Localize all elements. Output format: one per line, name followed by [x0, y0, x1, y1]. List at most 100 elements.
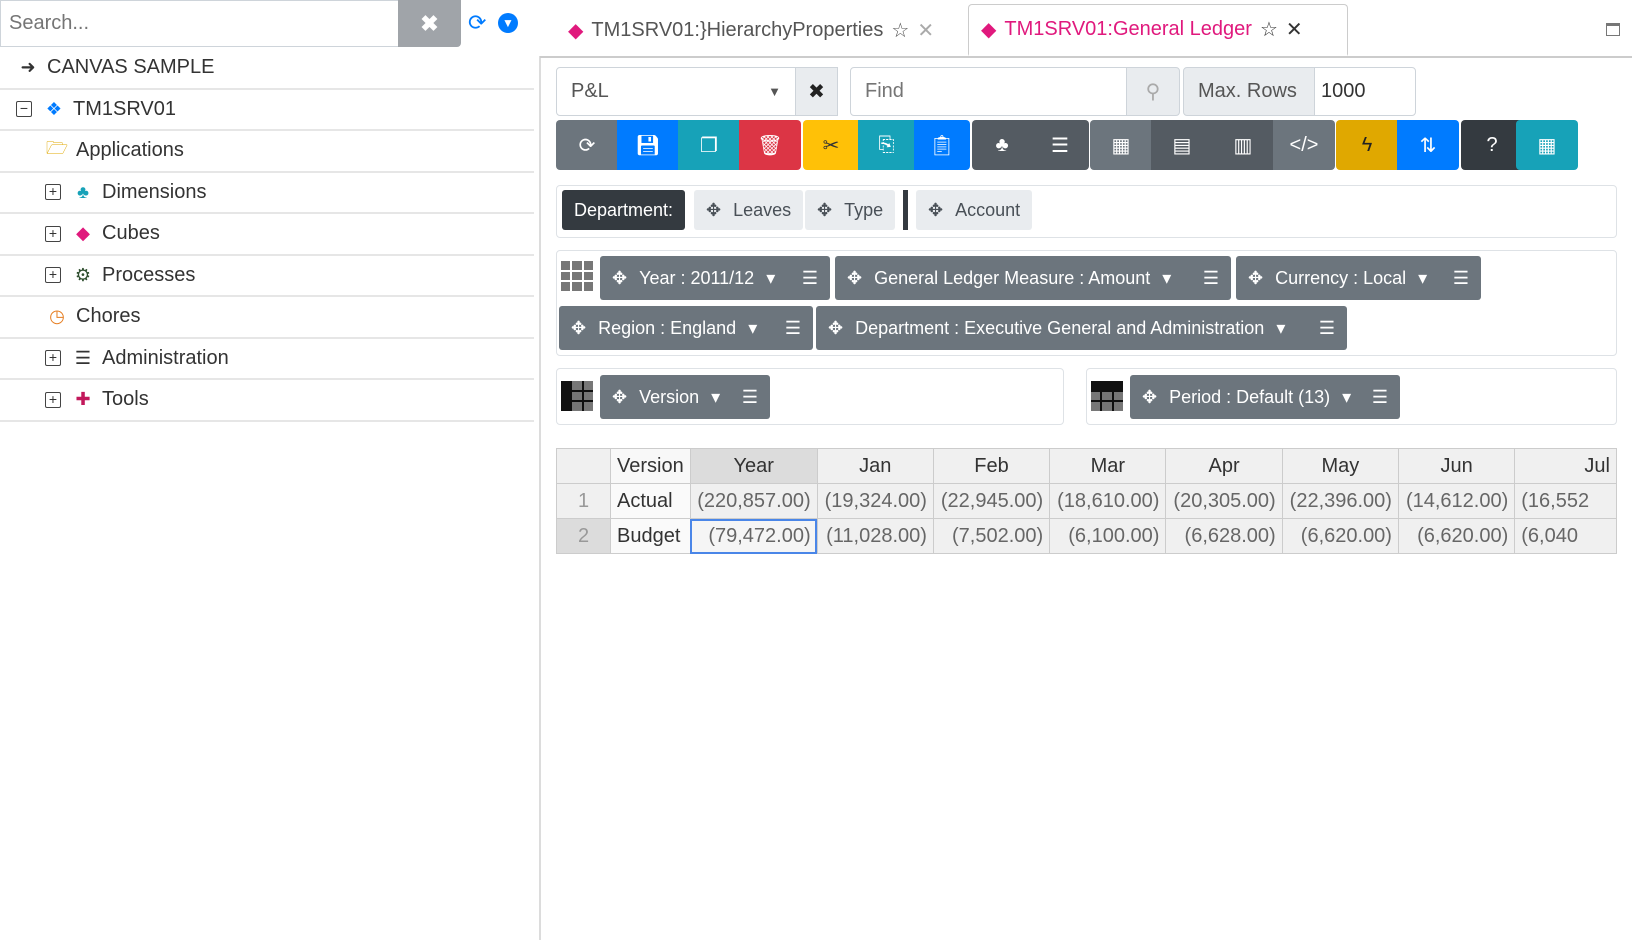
selected-cell[interactable]: (79,472.00) [689, 518, 818, 554]
rows-chip-version[interactable]: ✥ Version ▾ ☰ [600, 375, 770, 419]
column-header[interactable]: Jun [1397, 448, 1516, 484]
leaves-chip[interactable]: ✥ Leaves [694, 190, 804, 230]
swap-button[interactable]: ⇅ [1397, 120, 1459, 170]
cell[interactable]: (16,552 [1514, 483, 1617, 519]
tab-hierarchy-properties[interactable]: ◆ TM1SRV01:}HierarchyProperties ☆ ✕ [556, 4, 946, 56]
cell[interactable]: (22,396.00) [1281, 483, 1399, 519]
title-chip-region[interactable]: ✥ Region : England ▾ ☰ [559, 306, 813, 350]
clear-view-button[interactable]: ✖ [795, 67, 838, 116]
cell[interactable]: (19,324.00) [816, 483, 934, 519]
cell[interactable]: (14,612.00) [1397, 483, 1516, 519]
bolt-button[interactable]: ϟ [1336, 120, 1398, 170]
row-header[interactable]: Actual [610, 483, 691, 519]
layout-columns-button[interactable]: ▥ [1212, 120, 1274, 170]
tree-item-dimensions[interactable]: + ♣ Dimensions [0, 173, 534, 214]
star-icon[interactable]: ☆ [891, 18, 909, 43]
type-chip[interactable]: ✥ Type [805, 190, 896, 230]
expand-icon[interactable]: + [45, 391, 61, 408]
caret-down-icon[interactable]: ▾ [1276, 318, 1285, 339]
cell[interactable]: (6,628.00) [1165, 518, 1283, 554]
close-icon[interactable]: ✕ [1286, 17, 1303, 42]
copy-button[interactable]: ⎘ [858, 120, 915, 170]
calculator-teal-button[interactable]: ▦ [1516, 120, 1578, 170]
tree-item-canvas-sample[interactable]: ➜ CANVAS SAMPLE [0, 48, 534, 90]
list-icon[interactable]: ☰ [802, 268, 818, 289]
expand-icon[interactable]: + [45, 225, 61, 242]
cell[interactable]: (220,857.00) [689, 483, 818, 519]
cell[interactable]: (6,620.00) [1397, 518, 1516, 554]
caret-down-icon[interactable]: ▾ [1418, 268, 1427, 289]
cell[interactable]: (20,305.00) [1165, 483, 1283, 519]
column-header[interactable]: Apr [1165, 448, 1283, 484]
duplicate-button[interactable]: ❐ [678, 120, 740, 170]
list-icon[interactable]: ☰ [785, 318, 801, 339]
list-icon[interactable]: ☰ [1319, 318, 1335, 339]
expand-icon[interactable]: + [45, 184, 61, 201]
caret-down-icon[interactable]: ▾ [766, 268, 775, 289]
pane-divider[interactable] [539, 56, 541, 940]
tab-general-ledger[interactable]: ◆ TM1SRV01:General Ledger ☆ ✕ [968, 4, 1348, 56]
row-header[interactable]: Budget [610, 518, 691, 554]
caret-down-icon[interactable]: ▾ [1162, 268, 1171, 289]
tree-item-cubes[interactable]: + ◆ Cubes [0, 214, 534, 256]
code-button[interactable]: </> [1273, 120, 1335, 170]
column-header[interactable]: Jul [1514, 448, 1617, 484]
maximize-icon[interactable] [1606, 23, 1620, 36]
cell[interactable]: (7,502.00) [932, 518, 1051, 554]
refresh-button[interactable]: ⟳ [556, 120, 618, 170]
list-icon[interactable]: ☰ [1203, 268, 1219, 289]
column-header[interactable]: Feb [932, 448, 1051, 484]
save-button[interactable]: 💾︎ [617, 120, 679, 170]
cell[interactable]: (18,610.00) [1049, 483, 1167, 519]
cell[interactable]: (6,100.00) [1049, 518, 1167, 554]
cell[interactable]: (6,620.00) [1281, 518, 1399, 554]
caret-down-icon[interactable]: ▾ [748, 318, 757, 339]
columns-chip-period[interactable]: ✥ Period : Default (13) ▾ ☰ [1130, 375, 1400, 419]
hierarchy-button[interactable]: ♣ [972, 120, 1032, 170]
account-chip[interactable]: ✥ Account [916, 190, 1033, 230]
cut-button[interactable]: ✂ [803, 120, 859, 170]
tree-item-chores[interactable]: ◷ Chores [0, 297, 534, 339]
layout-rows-button[interactable]: ▤ [1151, 120, 1213, 170]
title-chip-measure[interactable]: ✥ General Ledger Measure : Amount ▾ ☰ [835, 256, 1231, 300]
clear-search-button[interactable]: ✖ [398, 0, 461, 47]
tree-item-tools[interactable]: + ✚ Tools [0, 380, 534, 422]
expand-icon[interactable]: + [45, 267, 61, 284]
max-rows-input[interactable]: 1000 [1314, 67, 1416, 116]
list-icon[interactable]: ☰ [1453, 268, 1469, 289]
star-icon[interactable]: ☆ [1260, 17, 1278, 42]
title-chip-department[interactable]: ✥ Department : Executive General and Admi… [816, 306, 1347, 350]
cell[interactable]: (11,028.00) [816, 518, 934, 554]
view-select[interactable]: P&L ▼ [556, 67, 796, 116]
caret-down-icon[interactable]: ▾ [711, 387, 720, 408]
list-icon[interactable]: ☰ [1372, 387, 1388, 408]
cell[interactable]: (22,945.00) [932, 483, 1051, 519]
find-input[interactable] [850, 67, 1127, 116]
tree-item-administration[interactable]: + ☰ Administration [0, 339, 534, 380]
paste-button[interactable]: 📋︎ [914, 120, 970, 170]
tree-item-processes[interactable]: + ⚙ Processes [0, 256, 534, 297]
search-button[interactable]: ⚲ [1126, 67, 1180, 116]
column-header[interactable]: Year [689, 448, 818, 484]
tree-item-applications[interactable]: 🗁 Applications [0, 131, 534, 173]
collapse-icon[interactable]: − [16, 101, 32, 118]
list-button[interactable]: ☰ [1031, 120, 1089, 170]
cell[interactable]: (6,040 [1514, 518, 1617, 554]
list-icon[interactable]: ☰ [742, 387, 758, 408]
close-icon[interactable]: ✕ [917, 18, 934, 43]
calculator-button[interactable]: ▦ [1090, 120, 1152, 170]
title-chip-currency[interactable]: ✥ Currency : Local ▾ ☰ [1236, 256, 1481, 300]
tree-item-tm1srv01[interactable]: − ❖ TM1SRV01 [0, 90, 534, 131]
caret-down-icon[interactable]: ▾ [1342, 387, 1351, 408]
title-chip-year[interactable]: ✥ Year : 2011/12 ▾ ☰ [600, 256, 830, 300]
help-button[interactable]: ? [1461, 120, 1523, 170]
column-header[interactable]: May [1281, 448, 1399, 484]
department-label[interactable]: Department: [562, 190, 686, 230]
column-header[interactable]: Mar [1049, 448, 1167, 484]
column-header[interactable]: Jan [816, 448, 934, 484]
delete-button[interactable]: 🗑︎ [739, 120, 801, 170]
expand-icon[interactable]: + [45, 350, 61, 367]
chevron-circle-down-icon[interactable]: ▼ [498, 13, 518, 33]
refresh-icon[interactable]: ⟳ [468, 10, 486, 36]
search-input[interactable] [0, 0, 398, 47]
